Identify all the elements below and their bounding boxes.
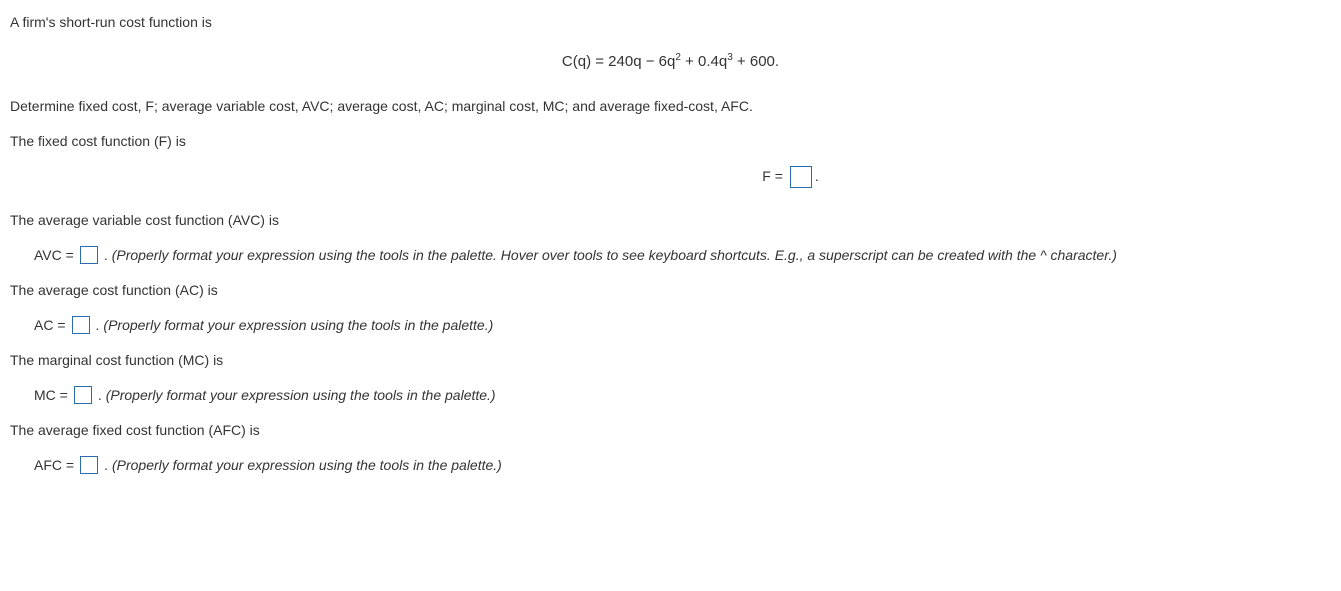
afc-label: AFC =	[34, 455, 74, 476]
eq-part-1: C(q) = 240q − 6q	[562, 53, 675, 70]
fixed-cost-equation-row: F = .	[10, 166, 1331, 188]
ac-equation-row: AC = . (Properly format your expression …	[34, 315, 1331, 336]
ac-prompt: The average cost function (AC) is	[10, 280, 1331, 301]
avc-equation-row: AVC = . (Properly format your expression…	[34, 245, 1331, 266]
ac-period: .	[96, 315, 100, 336]
fixed-cost-prompt: The fixed cost function (F) is	[10, 131, 1331, 152]
avc-hint: (Properly format your expression using t…	[112, 245, 1117, 266]
task-statement: Determine fixed cost, F; average variabl…	[10, 96, 1331, 117]
mc-period: .	[98, 385, 102, 406]
mc-input[interactable]	[74, 386, 92, 404]
ac-label: AC =	[34, 315, 66, 336]
afc-prompt: The average fixed cost function (AFC) is	[10, 420, 1331, 441]
intro-text: A firm's short-run cost function is	[10, 12, 1331, 33]
mc-hint: (Properly format your expression using t…	[106, 385, 496, 406]
mc-equation-row: MC = . (Properly format your expression …	[34, 385, 1331, 406]
avc-prompt: The average variable cost function (AVC)…	[10, 210, 1331, 231]
cost-function-equation: C(q) = 240q − 6q2 + 0.4q3 + 600.	[10, 51, 1331, 74]
avc-period: .	[104, 245, 108, 266]
afc-input[interactable]	[80, 456, 98, 474]
mc-label: MC =	[34, 385, 68, 406]
afc-equation-row: AFC = . (Properly format your expression…	[34, 455, 1331, 476]
avc-label: AVC =	[34, 245, 74, 266]
f-period: .	[815, 168, 819, 184]
eq-part-2: + 0.4q	[681, 53, 727, 70]
eq-part-3: + 600.	[733, 53, 779, 70]
mc-prompt: The marginal cost function (MC) is	[10, 350, 1331, 371]
ac-input[interactable]	[72, 316, 90, 334]
f-label: F =	[762, 168, 783, 184]
avc-input[interactable]	[80, 246, 98, 264]
f-input[interactable]	[790, 166, 812, 188]
ac-hint: (Properly format your expression using t…	[103, 315, 493, 336]
afc-period: .	[104, 455, 108, 476]
afc-hint: (Properly format your expression using t…	[112, 455, 502, 476]
